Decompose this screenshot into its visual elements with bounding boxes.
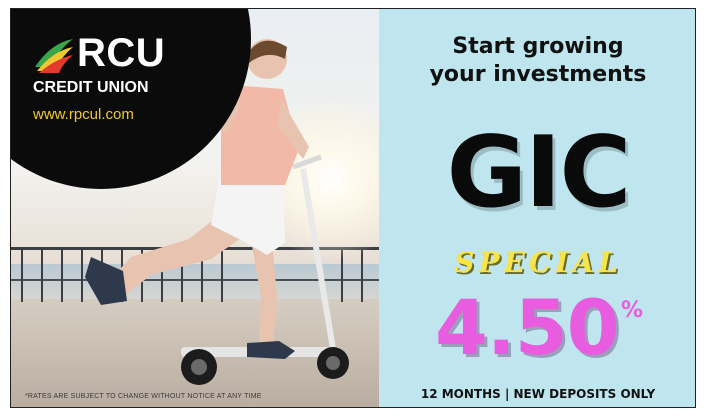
brand-url-link[interactable]: www.rpcul.com (33, 106, 134, 124)
rate-display: 4.50 % (419, 285, 659, 375)
special-label: SPECIAL (454, 246, 622, 279)
brand-subtitle: CREDIT UNION (33, 79, 149, 96)
rates-disclaimer: *RATES ARE SUBJECT TO CHANGE WITHOUT NOT… (25, 393, 262, 400)
gic-ad-banner[interactable]: RCU CREDIT UNION www.rpcul.com *RATES AR… (10, 8, 696, 408)
headline-line-1: Start growing (452, 34, 624, 59)
swoosh-logo-icon (35, 39, 73, 73)
headline-line-2: your investments (429, 62, 647, 87)
offer-terms: 12 MONTHS | NEW DEPOSITS ONLY (420, 387, 656, 401)
offer-panel: Start growing your investments GIC SPECI… (379, 9, 695, 407)
rate-unit: % (621, 298, 644, 323)
rate-value: 4.50 (435, 283, 620, 372)
scooter-photo: RCU CREDIT UNION www.rpcul.com *RATES AR… (11, 9, 379, 407)
brand-name: RCU (77, 31, 166, 75)
product-title: GIC (446, 116, 632, 230)
offer-headline: Start growing your investments (379, 33, 695, 89)
